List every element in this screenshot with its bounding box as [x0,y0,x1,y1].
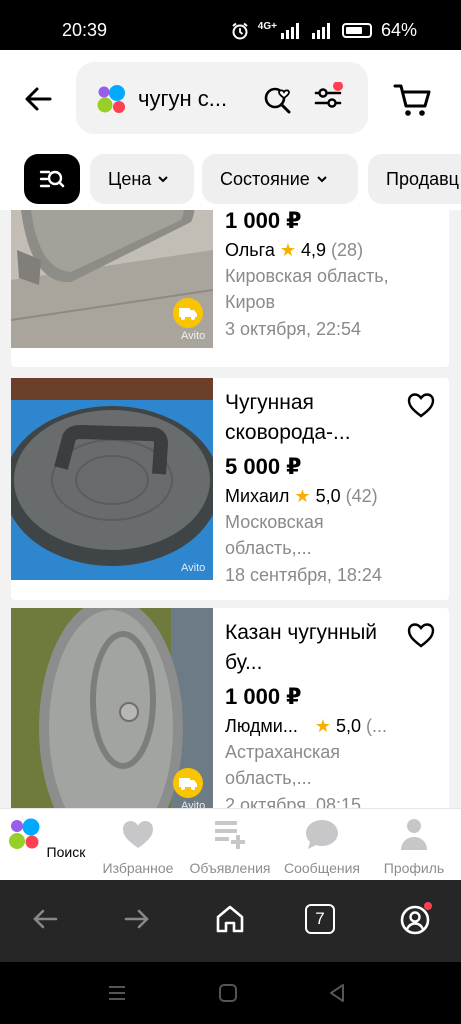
seller-row: Ольга ★ 4,9 (28) [225,240,405,261]
browser-tabs-button[interactable]: 7 [305,904,335,934]
battery-icon [341,23,372,38]
favorite-heart-icon[interactable] [407,392,435,418]
seller-rating: 5,0 [336,716,362,736]
avito-watermark: Avito [181,330,206,342]
listing-price: 1 000 ₽ [225,210,302,233]
alarm-icon [232,22,248,39]
browser-home-icon[interactable] [213,902,247,936]
listing-info: Казан чугунный бу... 1 000 ₽ Людми... ★ … [225,618,405,816]
tab-favorites[interactable]: Избранное [92,817,184,876]
star-icon: ★ [279,240,297,260]
browser-forward-icon[interactable] [120,902,154,936]
avito-logo-icon [97,85,125,113]
listing-location: Астраханская область,... [225,742,341,788]
filter-chips: Цена Состояние Продавц [0,154,461,208]
list-search-icon [39,170,65,188]
person-icon [401,819,427,850]
filters-icon[interactable] [312,82,344,114]
tab-label: Объявления [189,860,271,876]
chip-condition[interactable]: Состояние [202,154,358,204]
ads-icon [215,821,245,849]
listing-price: 1 000 ₽ [225,684,302,709]
signal-icon-2 [311,22,330,39]
truck-icon [179,778,197,790]
seller-reviews: (28) [331,240,364,260]
listing-price: 5 000 ₽ [225,454,302,479]
chip-seller-label: Продавц [386,168,459,189]
top-bar: чугун с... [0,50,461,150]
saved-search-icon[interactable] [262,82,294,114]
delivery-badge [173,298,203,328]
star-icon: ★ [314,716,331,736]
signal-icon [280,22,299,39]
tab-search[interactable]: Поиск [0,817,92,860]
listing-card[interactable]: Avito Чугунная сковорода-... 5 000 ₽ Мих… [11,378,449,600]
listing-photo[interactable]: Avito [11,210,213,348]
chip-price-label: Цена [108,168,152,189]
listing-info: Чугунная сковорода-... 5 000 ₽ Михаил ★ … [225,388,405,586]
status-bar: 20:39 4G+ 64% [0,0,461,50]
browser-back-icon[interactable] [28,902,62,936]
chip-price[interactable]: Цена [90,154,194,204]
cart-icon[interactable] [392,80,432,118]
listing-feed[interactable]: Avito 1 000 ₽ Ольга ★ 4,9 (28) Кировская… [0,210,461,858]
tab-ads[interactable]: Объявления [184,817,276,876]
tab-count: 7 [315,909,325,928]
network-type: 4G+ [257,21,277,32]
listing-title[interactable]: Казан чугунный бу... [225,618,405,678]
seller-rating: 4,9 [301,240,327,260]
listing-info: 1 000 ₽ Ольга ★ 4,9 (28) Кировская облас… [225,210,405,340]
battery-percent: 64% [380,20,417,40]
recent-apps-icon[interactable] [106,982,128,1004]
favorite-heart-icon[interactable] [407,622,435,648]
star-icon: ★ [294,486,311,506]
listing-date: 18 сентября, 18:24 [225,565,382,585]
seller-rating: 5,0 [315,486,341,506]
listing-date: 3 октября, 22:54 [225,319,362,339]
avito-dots-icon [8,818,40,849]
seller-reviews: (42) [345,486,378,506]
chevron-down-icon [158,176,168,183]
search-query[interactable]: чугун с... [138,86,227,112]
bottom-tab-bar: Поиск Избранное Объявления Сообщения Про… [0,808,461,880]
avito-app: чугун с... Цена Состояние Продавц Avito … [0,50,461,880]
listing-card[interactable]: Avito 1 000 ₽ Ольга ★ 4,9 (28) Кировская… [11,210,449,367]
tab-label: Сообщения [284,860,360,876]
avito-watermark: Avito [181,562,206,574]
listing-photo[interactable]: Avito [11,378,213,580]
seller-name: Ольга [225,240,275,260]
back-triangle-icon[interactable] [326,982,348,1004]
listing-title[interactable]: Чугунная сковорода-... [225,388,405,448]
truck-icon [179,308,197,320]
system-nav-bar [0,962,461,1024]
chip-seller[interactable]: Продавц [368,154,461,204]
chip-condition-label: Состояние [220,168,310,189]
browser-toolbar: 7 [0,880,461,962]
seller-row: Михаил ★ 5,0 (42) [225,486,405,507]
listing-location: Кировская область, Киров [225,266,389,312]
seller-reviews: (... [366,716,388,736]
seller-name: Михаил [225,486,290,506]
tab-label: Профиль [383,860,445,876]
search-field[interactable]: чугун с... [76,62,368,134]
search-filter-chip[interactable] [24,154,80,204]
home-icon[interactable] [217,982,239,1004]
chevron-down-icon [317,176,327,183]
seller-row: Людми... ★ 5,0 (... [225,716,405,737]
back-arrow-icon[interactable] [22,82,56,116]
tab-label: Избранное [102,860,174,876]
frying-pan-photo [11,378,213,580]
status-time: 20:39 [62,20,108,40]
heart-icon [123,821,153,848]
seller-name: Людми... [225,716,298,736]
tab-profile[interactable]: Профиль [368,817,460,876]
tab-label: Поиск [46,844,86,860]
browser-account-icon[interactable] [398,902,432,936]
listing-location: Московская область,... [225,512,324,558]
tab-messages[interactable]: Сообщения [276,817,368,876]
delivery-badge [173,768,203,798]
chat-icon [306,820,338,849]
